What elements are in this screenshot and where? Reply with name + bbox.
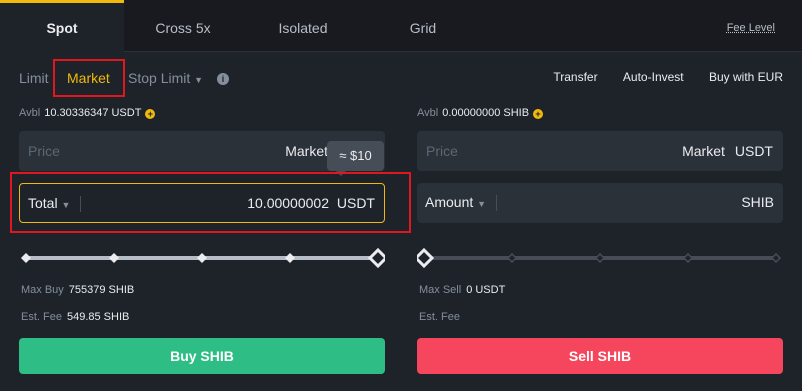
tab-grid[interactable]: Grid bbox=[364, 0, 482, 52]
market-label: Market bbox=[682, 143, 725, 159]
add-funds-icon[interactable]: + bbox=[145, 109, 156, 119]
slider-tick bbox=[770, 252, 782, 264]
caret-down-icon: ▼ bbox=[194, 75, 204, 85]
max-buy-value: 755379 SHIB bbox=[68, 284, 135, 296]
price-placeholder: Price bbox=[28, 143, 60, 159]
est-fee-label: Est. Fee bbox=[419, 311, 460, 323]
info-icon[interactable]: i bbox=[217, 73, 229, 85]
avbl-label: Avbl bbox=[417, 107, 439, 119]
max-sell: Max Sell 0 USDT bbox=[419, 284, 505, 296]
amount-selector[interactable]: Amount ▼ bbox=[425, 194, 486, 210]
buy-available: Avbl 10.30336347 USDT + bbox=[19, 107, 156, 119]
caret-down-icon: ▼ bbox=[477, 199, 487, 209]
slider-tick bbox=[594, 252, 606, 264]
trade-mode-tabs: Spot Cross 5x Isolated Grid Fee Level bbox=[0, 0, 802, 52]
max-buy-label: Max Buy bbox=[21, 284, 64, 296]
slider-handle[interactable] bbox=[367, 247, 385, 269]
price-placeholder: Price bbox=[426, 143, 458, 159]
divider bbox=[496, 195, 497, 211]
sell-price-field[interactable]: Price Market USDT bbox=[417, 131, 783, 171]
slider-tick bbox=[20, 252, 32, 264]
slider-tick bbox=[506, 252, 518, 264]
buy-button[interactable]: Buy SHIB bbox=[19, 338, 385, 374]
max-sell-value: 0 USDT bbox=[466, 284, 506, 296]
tab-cross[interactable]: Cross 5x bbox=[124, 0, 242, 52]
highlight-box-market bbox=[53, 59, 125, 97]
avbl-value: 10.30336347 USDT bbox=[44, 107, 142, 119]
price-unit: USDT bbox=[734, 143, 773, 159]
sell-percent-slider[interactable] bbox=[417, 243, 783, 273]
amount-label: Amount bbox=[425, 194, 474, 210]
sell-button[interactable]: Sell SHIB bbox=[417, 338, 783, 374]
slider-tick bbox=[108, 252, 120, 264]
est-fee-label: Est. Fee bbox=[21, 311, 62, 323]
slider-tick bbox=[682, 252, 694, 264]
slider-handle[interactable] bbox=[417, 247, 435, 269]
order-type-stop-limit[interactable]: Stop Limit ▼ bbox=[128, 70, 203, 86]
value-tooltip: ≈ $10 bbox=[327, 141, 384, 176]
slider-tick bbox=[284, 252, 296, 264]
stop-limit-label: Stop Limit bbox=[128, 70, 191, 86]
max-sell-label: Max Sell bbox=[419, 284, 462, 296]
amount-unit: SHIB bbox=[741, 194, 774, 210]
sell-available: Avbl 0.00000000 SHIB + bbox=[417, 107, 544, 119]
est-fee-value: 549.85 SHIB bbox=[66, 311, 130, 323]
avbl-label: Avbl bbox=[19, 107, 41, 119]
price-market-value: Market bbox=[285, 143, 328, 159]
est-fee-sell: Est. Fee bbox=[419, 311, 460, 323]
est-fee-buy: Est. Fee 549.85 SHIB bbox=[21, 311, 129, 323]
tab-spot[interactable]: Spot bbox=[0, 0, 124, 52]
avbl-value: 0.00000000 SHIB bbox=[442, 107, 530, 119]
buy-with-eur-link[interactable]: Buy with EUR bbox=[709, 70, 783, 84]
fee-level-link[interactable]: Fee Level bbox=[727, 22, 775, 34]
price-market-value: Market USDT bbox=[682, 143, 773, 159]
transfer-link[interactable]: Transfer bbox=[553, 70, 597, 84]
highlight-box-total bbox=[10, 172, 411, 233]
auto-invest-link[interactable]: Auto-Invest bbox=[623, 70, 684, 84]
order-type-limit[interactable]: Limit bbox=[19, 70, 49, 86]
add-funds-icon[interactable]: + bbox=[533, 109, 544, 119]
sell-amount-field[interactable]: Amount ▼ SHIB bbox=[417, 183, 783, 223]
buy-percent-slider[interactable] bbox=[19, 243, 385, 273]
tab-isolated[interactable]: Isolated bbox=[242, 0, 364, 52]
slider-tick bbox=[196, 252, 208, 264]
account-links: Transfer Auto-Invest Buy with EUR bbox=[531, 70, 783, 84]
max-buy: Max Buy 755379 SHIB bbox=[21, 284, 134, 296]
